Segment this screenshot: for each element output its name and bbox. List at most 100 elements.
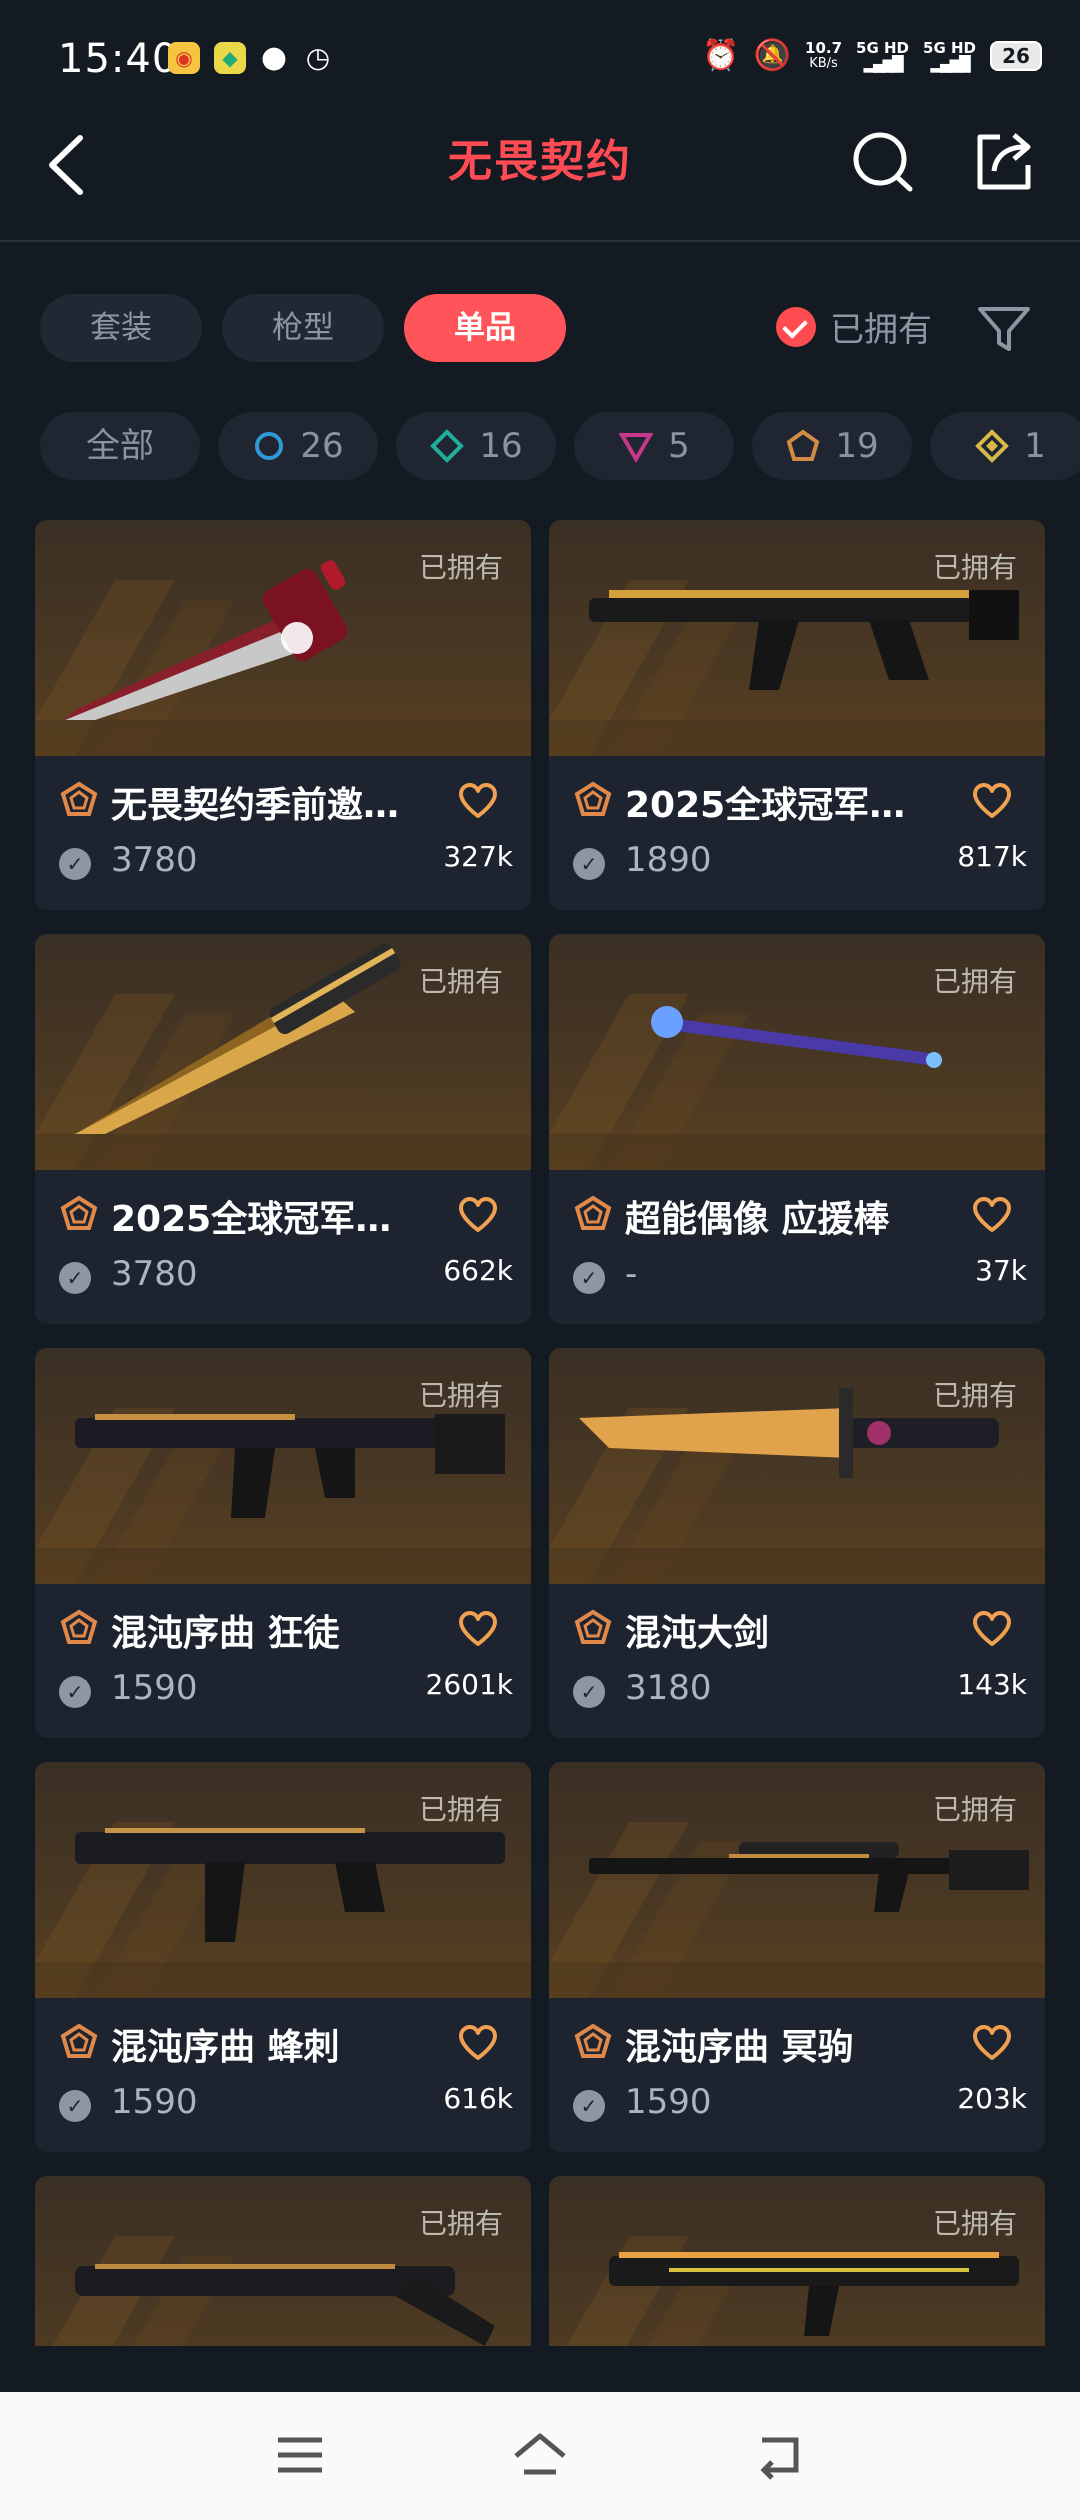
rank-badge-icon bbox=[60, 1195, 98, 1230]
back-nav-icon[interactable] bbox=[750, 2430, 810, 2480]
item-grid: 已拥有 无畏契约季前邀… ✓ 3780 327k 已拥有 2025全球冠军… ✓… bbox=[35, 520, 1045, 2346]
select-tier-icon bbox=[255, 432, 284, 460]
owned-label: 已拥有 bbox=[932, 1379, 1017, 1412]
sim2-signal: 5G HD ▂▄▆█ bbox=[923, 38, 976, 73]
item-name: 混沌序曲 冥驹 bbox=[625, 2027, 854, 2068]
battery-indicator: 26 bbox=[990, 40, 1042, 71]
item-card[interactable]: 已拥有 超能偶像 应援棒 ✓ - 37k bbox=[549, 934, 1045, 1324]
heart-icon[interactable] bbox=[971, 1610, 1013, 1648]
like-count: 37k bbox=[975, 1254, 1027, 1287]
like-count: 327k bbox=[443, 840, 513, 873]
item-card[interactable]: 已拥有 bbox=[35, 2176, 531, 2346]
owned-filter-toggle[interactable]: 已拥有 bbox=[776, 302, 932, 351]
vp-coin-icon: ✓ bbox=[59, 848, 91, 880]
rarity-filter-row: 全部 26 16 5 19 1 bbox=[40, 412, 1080, 484]
item-card[interactable]: 已拥有 混沌大剑 ✓ 3180 143k bbox=[549, 1348, 1045, 1738]
menu-icon[interactable] bbox=[270, 2430, 330, 2480]
owned-label: 已拥有 bbox=[932, 2207, 1017, 2240]
vp-coin-icon: ✓ bbox=[573, 848, 605, 880]
owned-label: 已拥有 bbox=[932, 1793, 1017, 1826]
item-price: 3180 bbox=[625, 1668, 712, 1708]
tab-bundle[interactable]: 套装 bbox=[40, 294, 202, 362]
item-card[interactable]: 已拥有 混沌序曲 狂徒 ✓ 1590 2601k bbox=[35, 1348, 531, 1738]
item-name: 2025全球冠军… bbox=[625, 785, 906, 826]
vp-coin-icon: ✓ bbox=[573, 2090, 605, 2122]
item-price: 1590 bbox=[111, 2082, 198, 2122]
rarity-all[interactable]: 全部 bbox=[40, 412, 200, 480]
item-card[interactable]: 已拥有 2025全球冠军… ✓ 1890 817k bbox=[549, 520, 1045, 910]
vp-coin-icon: ✓ bbox=[59, 2090, 91, 2122]
tab-single-item[interactable]: 单品 bbox=[404, 294, 566, 362]
like-count: 143k bbox=[957, 1668, 1027, 1701]
rarity-premium[interactable]: 5 bbox=[574, 412, 734, 480]
sim1-signal: 5G HD ▂▄▆█ bbox=[856, 38, 910, 73]
item-card[interactable]: 已拥有 bbox=[549, 2176, 1045, 2346]
vp-coin-icon: ✓ bbox=[59, 1676, 91, 1708]
exclusive-tier-icon bbox=[975, 429, 1010, 463]
heart-icon[interactable] bbox=[457, 1196, 499, 1234]
owned-filter-label: 已拥有 bbox=[830, 310, 932, 350]
owned-label: 已拥有 bbox=[418, 965, 503, 998]
item-price: 3780 bbox=[111, 840, 198, 880]
tab-weapon-type[interactable]: 枪型 bbox=[222, 294, 384, 362]
heart-icon[interactable] bbox=[971, 2024, 1013, 2062]
funnel-icon[interactable] bbox=[974, 303, 1034, 355]
item-name: 混沌大剑 bbox=[625, 1613, 770, 1654]
item-name: 混沌序曲 蜂刺 bbox=[111, 2027, 340, 2068]
deluxe-tier-icon bbox=[430, 429, 465, 463]
rarity-ultra[interactable]: 19 bbox=[752, 412, 912, 480]
item-card[interactable]: 已拥有 2025全球冠军… ✓ 3780 662k bbox=[35, 934, 531, 1324]
heart-icon[interactable] bbox=[457, 1610, 499, 1648]
like-count: 616k bbox=[443, 2082, 513, 2115]
message-icon: ● bbox=[260, 40, 288, 75]
page-title: 无畏契约 bbox=[448, 136, 632, 187]
rarity-deluxe[interactable]: 16 bbox=[396, 412, 556, 480]
owned-label: 已拥有 bbox=[418, 2207, 503, 2240]
item-price: 1890 bbox=[625, 840, 712, 880]
owned-label: 已拥有 bbox=[418, 551, 503, 584]
item-name: 超能偶像 应援棒 bbox=[625, 1199, 890, 1240]
like-count: 2601k bbox=[425, 1668, 513, 1701]
rank-badge-icon bbox=[60, 2023, 98, 2058]
rank-badge-icon bbox=[574, 781, 612, 816]
like-count: 817k bbox=[957, 840, 1027, 873]
rarity-exclusive[interactable]: 1 bbox=[930, 412, 1080, 480]
item-price: 1590 bbox=[625, 2082, 712, 2122]
status-bar: 15:40 ◉ ◆ ● ◷ ⏰ 🔕 10.7 KB/s 5G HD ▂▄▆█ 5… bbox=[0, 0, 1080, 120]
heart-icon[interactable] bbox=[457, 782, 499, 820]
rank-badge-icon bbox=[60, 1609, 98, 1644]
item-name: 混沌序曲 狂徒 bbox=[111, 1613, 340, 1654]
home-icon[interactable] bbox=[510, 2430, 570, 2480]
item-card[interactable]: 已拥有 混沌序曲 蜂刺 ✓ 1590 616k bbox=[35, 1762, 531, 2152]
vp-coin-icon: ✓ bbox=[573, 1676, 605, 1708]
owned-label: 已拥有 bbox=[932, 551, 1017, 584]
checkbox-checked-icon[interactable] bbox=[776, 306, 816, 347]
share-icon[interactable] bbox=[970, 127, 1038, 195]
heart-icon[interactable] bbox=[971, 782, 1013, 820]
timer-icon: ◷ bbox=[305, 41, 331, 74]
chevron-left-icon[interactable] bbox=[42, 130, 94, 200]
alarm-icon: ⏰ bbox=[702, 38, 740, 73]
rarity-select[interactable]: 26 bbox=[218, 412, 378, 480]
rank-badge-icon bbox=[574, 2023, 612, 2058]
rank-badge-icon bbox=[574, 1609, 612, 1644]
item-card[interactable]: 已拥有 无畏契约季前邀… ✓ 3780 327k bbox=[35, 520, 531, 910]
ultra-tier-icon bbox=[787, 429, 820, 461]
like-count: 203k bbox=[957, 2082, 1027, 2115]
premium-tier-icon bbox=[618, 433, 654, 463]
heart-icon[interactable] bbox=[457, 2024, 499, 2062]
search-icon[interactable] bbox=[850, 127, 918, 195]
app-icon: ◆ bbox=[214, 42, 246, 74]
vp-coin-icon: ✓ bbox=[573, 1262, 605, 1294]
owned-label: 已拥有 bbox=[418, 1379, 503, 1412]
network-speed: 10.7 KB/s bbox=[805, 38, 843, 71]
mute-icon: 🔕 bbox=[753, 38, 792, 73]
vp-coin-icon: ✓ bbox=[59, 1262, 91, 1294]
status-time: 15:40 bbox=[58, 36, 179, 82]
item-card[interactable]: 已拥有 混沌序曲 冥驹 ✓ 1590 203k bbox=[549, 1762, 1045, 2152]
owned-label: 已拥有 bbox=[932, 965, 1017, 998]
heart-icon[interactable] bbox=[971, 1196, 1013, 1234]
item-price: 1590 bbox=[111, 1668, 198, 1708]
weibo-icon: ◉ bbox=[168, 42, 200, 74]
like-count: 662k bbox=[443, 1254, 513, 1287]
